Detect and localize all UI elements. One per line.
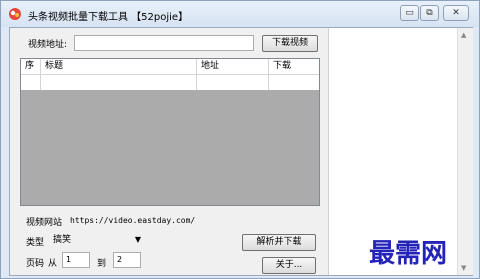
cell-url [197,75,269,90]
col-title[interactable]: 标题 [41,59,197,74]
type-select-value: 搞笑 [53,235,72,245]
about-button[interactable]: 关于... [262,257,316,274]
col-index[interactable]: 序 [21,59,41,74]
page-from-label: 从 [48,259,58,269]
vertical-scrollbar[interactable]: ▲ ▼ [457,28,473,275]
page-to-label: 到 [97,259,107,269]
cell-index [21,75,41,90]
download-video-button[interactable]: 下载视频 [262,35,318,52]
cell-download [269,75,319,90]
maximize-button[interactable]: ⧉ [420,5,439,21]
minimize-icon: ▭ [405,8,414,18]
page-to-input[interactable]: 2 [113,252,141,268]
chevron-down-icon: ▼ [134,235,141,244]
video-url-label: 视频地址: [28,40,68,50]
window-title: 头条视频批量下载工具 【52pojie】 [28,12,189,23]
table-header: 序 标题 地址 下载 [21,59,319,75]
col-download[interactable]: 下载 [269,59,319,74]
page-label: 页码 [26,259,45,269]
main-panel: 视频地址: 下载视频 序 标题 地址 下载 视频网站 https://video… [9,27,473,276]
cell-title [41,75,197,90]
watermark-logo: 最需网 [369,239,448,269]
minimize-button[interactable]: ▭ [400,5,419,21]
app-logo-icon [9,8,21,20]
col-url[interactable]: 地址 [197,59,269,74]
site-label: 视频网站 [26,218,63,228]
type-select[interactable]: 搞笑 ▼ [53,233,143,248]
maximize-icon: ⧉ [426,8,433,18]
parse-download-button[interactable]: 解析并下载 [242,234,316,251]
close-icon: ✕ [452,8,460,18]
video-table[interactable]: 序 标题 地址 下载 [20,58,320,206]
right-panel: ▲ ▼ 最需网 [328,28,473,275]
app-window: 头条视频批量下载工具 【52pojie】 ▭ ⧉ ✕ 视频地址: 下载视频 序 … [0,0,480,279]
type-label: 类型 [26,238,45,248]
close-button[interactable]: ✕ [443,5,469,21]
video-url-input[interactable] [74,35,254,51]
table-row[interactable] [21,75,319,90]
scroll-up-icon[interactable]: ▲ [461,31,466,39]
page-from-input[interactable]: 1 [62,252,90,268]
title-bar[interactable]: 头条视频批量下载工具 【52pojie】 ▭ ⧉ ✕ [1,1,479,27]
site-url: https://video.eastday.com/ [70,216,196,225]
scroll-down-icon[interactable]: ▼ [461,264,466,272]
